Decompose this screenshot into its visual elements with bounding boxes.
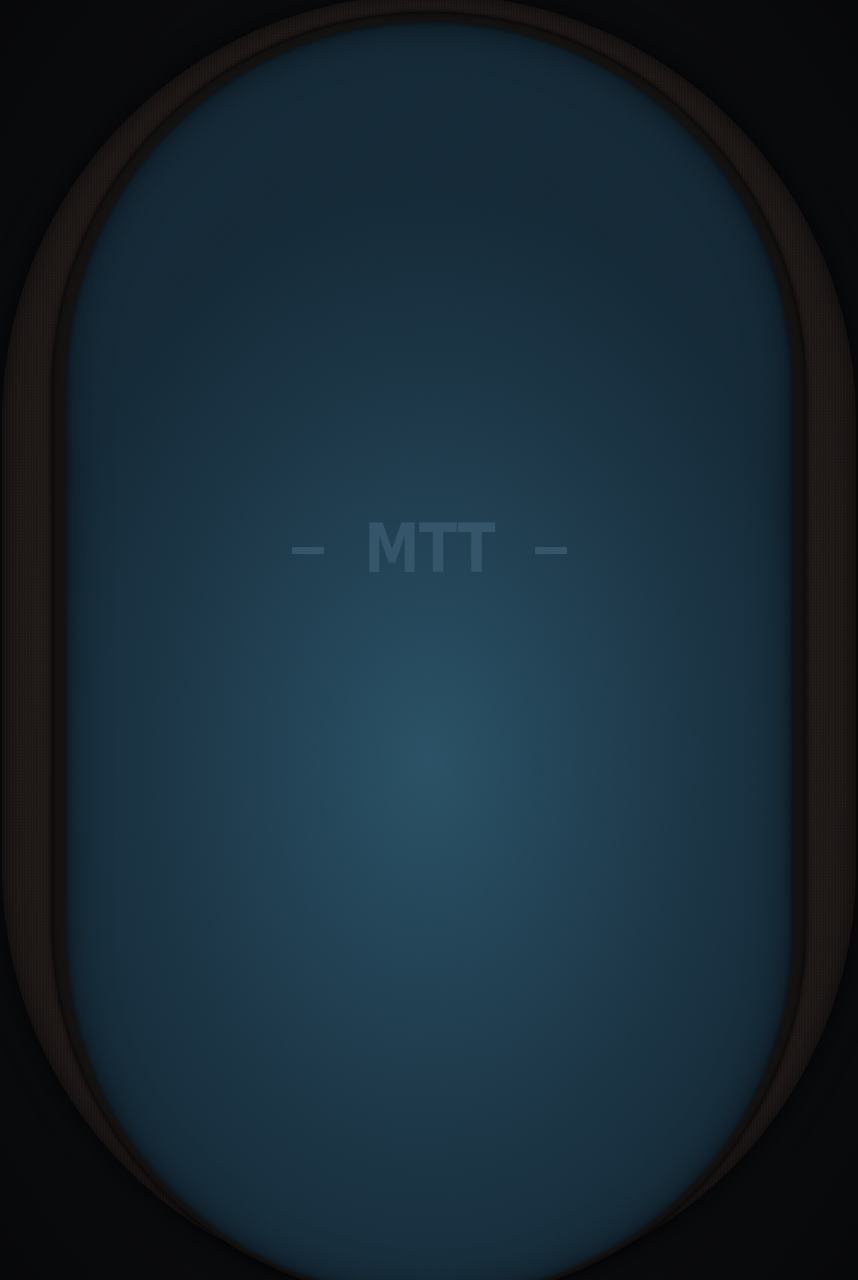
table-logo: MTT [0, 510, 858, 590]
logo-left-dash [291, 546, 324, 554]
logo-right-dash [534, 546, 567, 554]
logo-text: MTT [363, 510, 495, 589]
table-felt [66, 22, 792, 1280]
poker-table-screen: MTT [0, 0, 858, 1280]
